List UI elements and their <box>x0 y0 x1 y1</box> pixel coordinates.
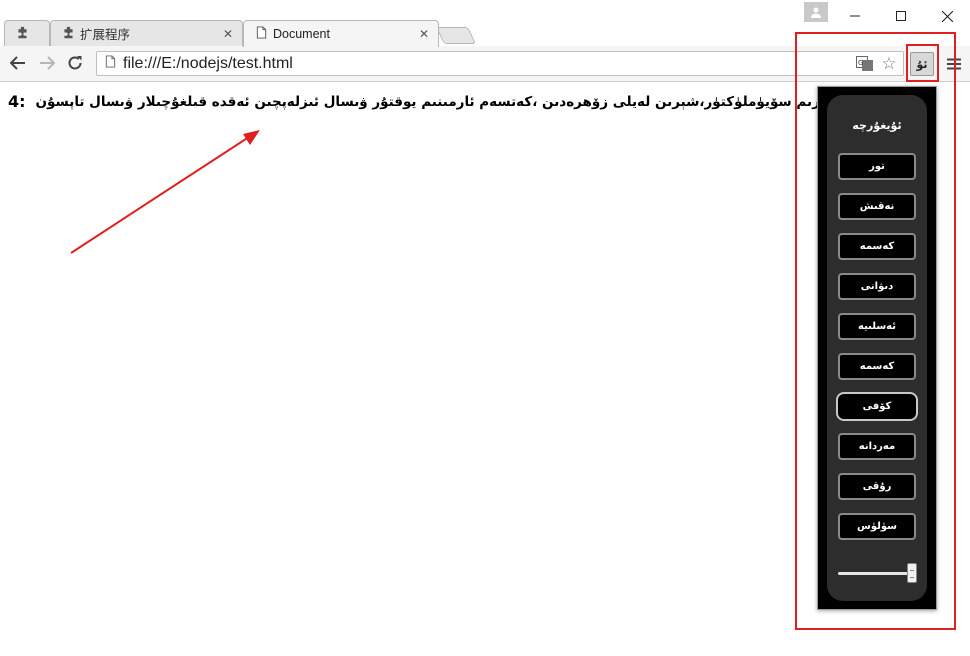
font-picker-panel: ئۇيغۇرچە تور نەقىش كەسمە دىۋانى ئەسلىيە … <box>827 95 927 601</box>
font-size-slider-track[interactable] <box>838 572 912 575</box>
minimize-icon[interactable] <box>832 0 878 32</box>
popup-title: ئۇيغۇرچە <box>852 119 902 132</box>
translate-icon[interactable]: G <box>855 55 875 72</box>
font-size-slider-thumb[interactable] <box>907 563 917 583</box>
bookmark-star-icon[interactable]: ☆ <box>879 54 899 74</box>
font-button-tor[interactable]: تور <box>838 153 916 180</box>
toolbar: file:///E:/nodejs/test.html G ☆ ئۇ <box>0 46 970 82</box>
address-bar[interactable]: file:///E:/nodejs/test.html G ☆ <box>96 51 904 76</box>
back-arrow-icon[interactable] <box>7 52 29 74</box>
font-button-esliye[interactable]: ئەسلىيە <box>838 313 916 340</box>
page-icon <box>101 55 119 72</box>
font-button-ruqi[interactable]: رۇقى <box>838 473 916 500</box>
maximize-icon[interactable] <box>878 0 924 32</box>
font-picker-popup: ئۇيغۇرچە تور نەقىش كەسمە دىۋانى ئەسلىيە … <box>817 86 937 610</box>
profile-icon[interactable] <box>804 2 828 22</box>
uyghur-font-extension-button[interactable]: ئۇ <box>910 52 934 76</box>
forward-arrow-icon[interactable] <box>36 52 58 74</box>
tab-extensions[interactable]: 扩展程序 ✕ <box>50 20 243 46</box>
font-button-merdane[interactable]: مەردانە <box>838 433 916 460</box>
extension-label: ئۇ <box>916 57 928 71</box>
close-icon[interactable]: ✕ <box>416 27 432 41</box>
font-button-neqish[interactable]: نەقىش <box>838 193 916 220</box>
window-controls <box>832 0 970 32</box>
tab-title: 扩展程序 <box>80 28 131 42</box>
uyghur-text-line: 4: ئۆز يايرىم سۆيۈملۈكتۈر،شېرىن لەيلى زۆ… <box>8 92 862 111</box>
puzzle-icon <box>14 26 30 42</box>
line-number: 4: <box>8 92 26 111</box>
reload-icon[interactable] <box>64 52 86 74</box>
tab-strip: 扩展程序 ✕ Document ✕ <box>0 0 970 47</box>
new-tab-button[interactable] <box>436 27 476 44</box>
line-text: ئۆز يايرىم سۆيۈملۈكتۈر،شېرىن لەيلى زۆھرە… <box>35 93 862 110</box>
svg-text:G: G <box>858 59 863 67</box>
tab-extensions-pinned[interactable] <box>4 20 50 46</box>
font-button-kesme-2[interactable]: كەسمە <box>838 353 916 380</box>
page-icon <box>253 26 269 42</box>
font-button-sulus[interactable]: سۈلۈس <box>838 513 916 540</box>
url-text[interactable]: file:///E:/nodejs/test.html <box>119 55 855 73</box>
font-button-diwani[interactable]: دىۋانى <box>838 273 916 300</box>
menu-icon[interactable] <box>944 53 964 75</box>
tab-document[interactable]: Document ✕ <box>243 20 439 47</box>
font-button-kesme[interactable]: كەسمە <box>838 233 916 260</box>
puzzle-icon <box>60 26 76 42</box>
close-icon[interactable]: ✕ <box>220 27 236 41</box>
close-window-icon[interactable] <box>924 0 970 32</box>
font-button-kufi[interactable]: كۆفى <box>836 392 918 421</box>
tab-title: Document <box>273 27 330 41</box>
